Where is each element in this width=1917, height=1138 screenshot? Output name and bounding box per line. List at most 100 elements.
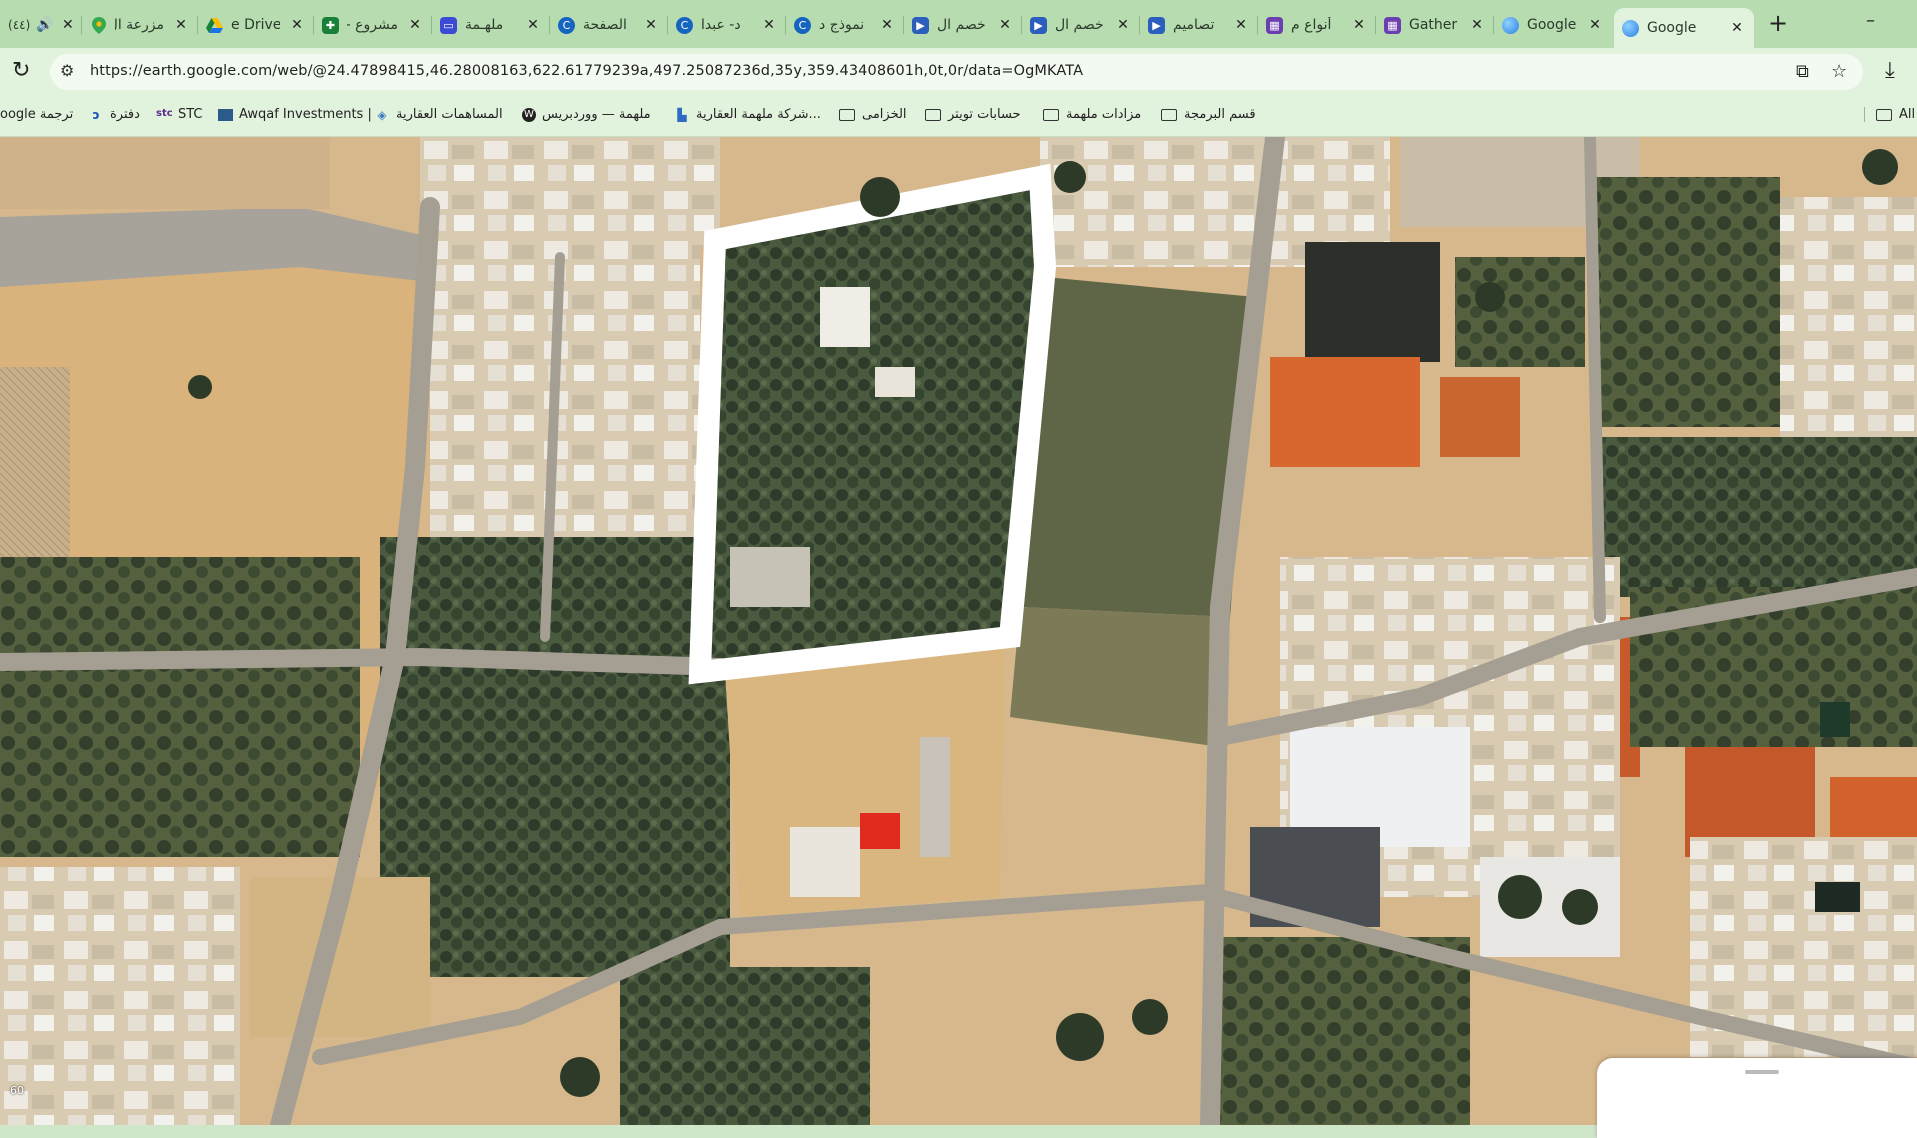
tab-label: Gather <box>1409 17 1458 33</box>
close-icon[interactable]: ✕ <box>1350 17 1368 33</box>
tab-google-earth-1[interactable]: Google ✕ <box>1494 6 1612 44</box>
close-icon[interactable]: ✕ <box>1586 17 1604 33</box>
close-icon[interactable]: ✕ <box>406 17 424 33</box>
palm-grove <box>1590 177 1780 427</box>
close-icon[interactable]: ✕ <box>172 17 190 33</box>
site-info-icon[interactable]: ⚙ <box>60 61 74 80</box>
tab-label: مزرعة ال <box>115 17 164 33</box>
close-icon[interactable]: ✕ <box>524 17 542 33</box>
tab-label: خصم ال <box>1055 17 1104 33</box>
buildings <box>420 137 720 247</box>
reload-icon[interactable]: ↻ <box>12 58 30 83</box>
bookmark-contributions[interactable]: ◈ المساهمات العقارية <box>368 107 502 122</box>
earth-icon <box>1622 19 1639 37</box>
tab-discount-2[interactable]: ▶ خصم ال ✕ <box>1022 6 1140 44</box>
tab-google-earth-active[interactable]: Google ✕ <box>1614 8 1754 48</box>
address-bar[interactable]: ⚙ https://earth.google.com/web/@24.47898… <box>50 54 1863 90</box>
close-icon[interactable]: ✕ <box>1232 17 1250 33</box>
tab-gather[interactable]: ▦ Gather ✕ <box>1376 6 1494 44</box>
folder-icon <box>1043 108 1059 121</box>
folder-icon <box>925 108 941 121</box>
maps-icon <box>90 16 107 34</box>
close-icon[interactable]: ✕ <box>1728 20 1746 36</box>
bookmark-daftra[interactable]: ɔ دفترة <box>82 107 139 122</box>
bookmark-folder-khuzama[interactable]: الخزامى <box>832 107 907 122</box>
red-roof <box>860 813 900 849</box>
minimize-button[interactable]: – <box>1866 10 1875 31</box>
close-icon[interactable]: ✕ <box>996 17 1014 33</box>
bookmark-star-icon[interactable]: ☆ <box>1831 61 1847 82</box>
bookmark-folder-programming[interactable]: قسم البرمجة <box>1154 107 1256 122</box>
tab-page[interactable]: C الصفحة ✕ <box>550 6 668 44</box>
awqaf-icon <box>218 108 233 121</box>
bookmark-label: شركة ملهمة العقارية... <box>696 107 821 122</box>
folder-icon <box>839 108 855 121</box>
drive-icon <box>206 17 223 34</box>
close-icon[interactable]: ✕ <box>760 17 778 33</box>
tab-mulhema[interactable]: ▭ ملهـمة ✕ <box>432 6 550 44</box>
gather-icon: ▦ <box>1266 16 1283 34</box>
new-tab-button[interactable]: + <box>1764 9 1792 37</box>
bookmark-wordpress[interactable]: W ملهمة — ووردبريس <box>516 107 651 122</box>
bookmark-label: All <box>1899 107 1916 122</box>
close-icon[interactable]: ✕ <box>642 17 660 33</box>
panel-drag-handle[interactable] <box>1745 1070 1779 1074</box>
c-logo-icon: C <box>676 16 693 34</box>
close-icon[interactable]: ✕ <box>1114 17 1132 33</box>
satellite-map-view[interactable]: 60 <box>0 137 1917 1125</box>
wordpress-icon: W <box>522 107 536 122</box>
close-icon[interactable]: ✕ <box>1468 17 1486 33</box>
sheets-icon: ✚ <box>322 16 339 34</box>
bookmark-translate[interactable]: oogle ترجمة <box>0 107 73 122</box>
palm-grove <box>0 557 360 857</box>
bookmark-all-folder[interactable]: All <box>1864 107 1915 122</box>
tab-sheets[interactable]: ✚ مشروع - ✕ <box>314 6 432 44</box>
install-app-icon[interactable]: ⧉ <box>1796 61 1809 82</box>
satellite-imagery <box>0 137 1917 1125</box>
gather-icon: ▦ <box>1384 16 1401 34</box>
video-icon: ▶ <box>912 16 929 34</box>
stc-icon: stc <box>156 107 173 119</box>
pond <box>1305 242 1440 362</box>
tab-drive[interactable]: e Drive ✕ <box>198 6 314 44</box>
tab-label: نموذج د <box>819 17 865 33</box>
video-icon: ▶ <box>1148 16 1165 34</box>
bookmark-folder-auctions[interactable]: مزادات ملهمة <box>1036 107 1141 122</box>
tab-maps[interactable]: مزرعة ال ✕ <box>82 6 198 44</box>
greenhouse <box>920 737 950 857</box>
map-info-panel[interactable] <box>1597 1058 1917 1138</box>
bookmark-label: oogle ترجمة <box>0 107 74 122</box>
palm-grove <box>620 967 870 1125</box>
tab-label: أنواع م <box>1291 17 1332 33</box>
tab-discount-1[interactable]: ▶ خصم ال ✕ <box>904 6 1022 44</box>
tab-label: (٤٤) <box>8 18 31 32</box>
palm-grove <box>1600 437 1917 597</box>
tab-audio[interactable]: (٤٤) 🔊 ✕ <box>0 6 82 44</box>
tab-designs[interactable]: ▶ تصاميم ✕ <box>1140 6 1258 44</box>
tab-strip: (٤٤) 🔊 ✕ مزرعة ال ✕ e Drive ✕ ✚ مشروع - … <box>0 0 1917 48</box>
tab-abdullah[interactable]: C د- عبدا ✕ <box>668 6 786 44</box>
tab-form[interactable]: C نموذج د ✕ <box>786 6 904 44</box>
tab-label: Google <box>1527 17 1577 33</box>
url-text[interactable]: https://earth.google.com/web/@24.4789841… <box>90 63 1083 79</box>
close-icon[interactable]: ✕ <box>878 17 896 33</box>
speaker-icon[interactable]: 🔊 <box>36 17 53 33</box>
tab-label: e Drive <box>231 17 280 33</box>
printer-icon: ▭ <box>440 16 457 34</box>
company-icon: ▙ <box>677 107 687 122</box>
close-icon[interactable]: ✕ <box>62 17 74 33</box>
tab-types[interactable]: ▦ أنواع م ✕ <box>1258 6 1376 44</box>
video-icon: ▶ <box>1030 16 1047 34</box>
bookmark-stc[interactable]: stc STC <box>150 107 203 122</box>
bookmark-label: Awqaf Investments | <box>239 107 372 122</box>
tab-label: د- عبدا <box>701 17 741 33</box>
download-icon[interactable]: ⤓ <box>1885 58 1895 83</box>
close-icon[interactable]: ✕ <box>288 17 306 33</box>
palm-grove <box>1210 937 1470 1125</box>
tab-label: ملهـمة <box>465 17 504 33</box>
bookmark-company[interactable]: ▙ شركة ملهمة العقارية... <box>668 107 821 122</box>
bookmark-label: ملهمة — ووردبريس <box>542 107 651 122</box>
bookmark-folder-twitter[interactable]: حسابات تويتر <box>918 107 1021 122</box>
bookmark-awqaf[interactable]: Awqaf Investments | <box>212 107 372 122</box>
earth-icon <box>1502 16 1519 34</box>
